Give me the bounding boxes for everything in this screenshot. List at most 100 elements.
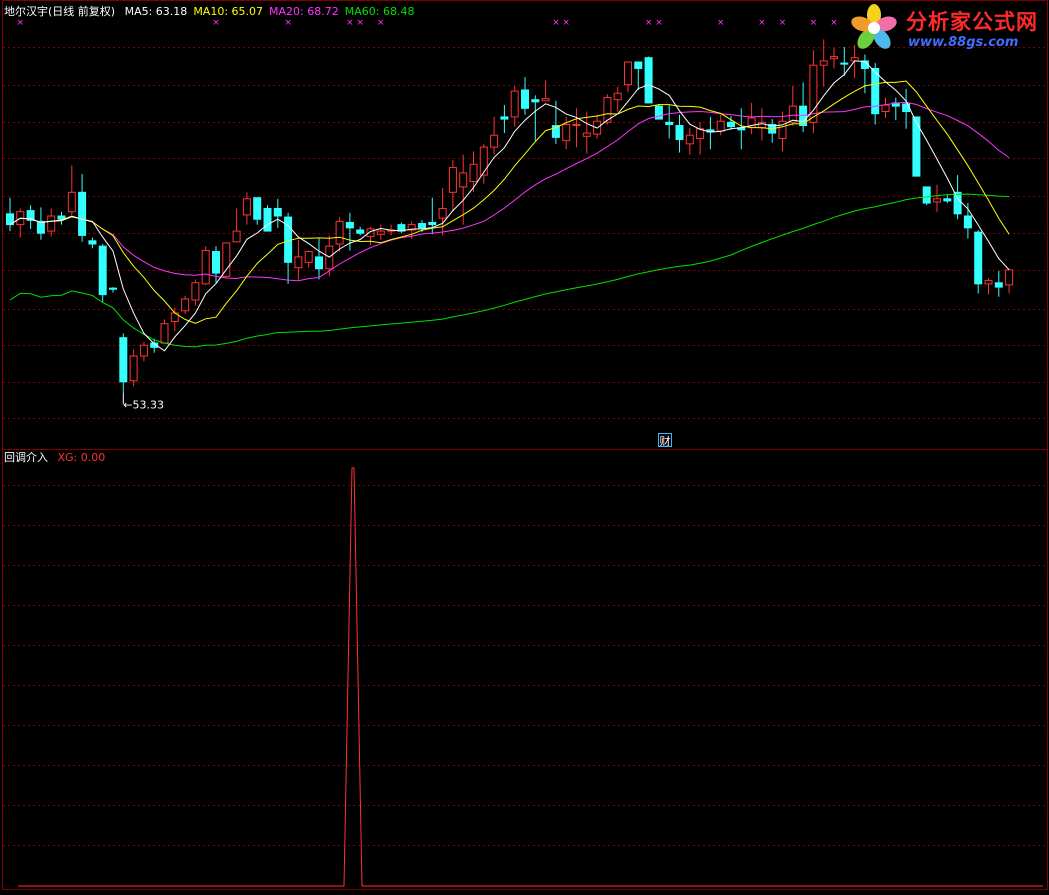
candle-body: [685, 134, 694, 145]
candle-body: [1005, 269, 1014, 286]
candle-body: [531, 99, 540, 103]
candle-body: [448, 167, 457, 193]
candle-body: [613, 92, 622, 101]
ma-legend-item: MA20: 68.72: [269, 5, 339, 18]
candle-body: [376, 230, 385, 235]
candle-body: [974, 231, 983, 285]
xg-value: 0.00: [80, 451, 106, 464]
candle-body: [644, 57, 653, 104]
candle-body: [356, 229, 365, 234]
stock-chart: ××××××××××××××××←53.33财: [2, 0, 1048, 890]
candle-body: [922, 186, 931, 204]
candle-body: [294, 256, 303, 269]
candle-body: [181, 298, 190, 312]
candle-body: [510, 90, 519, 118]
ma20-line: [9, 101, 1010, 282]
candle-body: [315, 256, 323, 270]
candle-body: [191, 282, 200, 301]
indicator-panel: [3, 467, 1047, 887]
candle-body: [819, 60, 828, 66]
candle-body: [933, 198, 941, 203]
candle-body: [953, 191, 962, 215]
candle-body: [994, 282, 1003, 288]
candle-body: [67, 191, 76, 213]
stock-title: 地尔汉宇(日线 前复权): [4, 5, 116, 18]
event-marker: 财: [660, 434, 671, 448]
candle-body: [418, 223, 426, 229]
candle-body: [232, 230, 241, 243]
candle-body: [963, 215, 972, 229]
signal-marker: ×: [284, 18, 292, 28]
candle-body: [109, 287, 117, 290]
ma10-line: [9, 80, 1010, 324]
candle-body: [634, 61, 643, 69]
candle-body: [98, 245, 107, 296]
signal-marker: ×: [552, 18, 560, 28]
candle-body: [242, 198, 251, 216]
candle-body: [716, 120, 725, 132]
signal-marker: ×: [779, 18, 787, 28]
candle-body: [500, 116, 509, 120]
candle-body: [459, 172, 468, 188]
candle-body: [160, 323, 169, 344]
signal-marker: ×: [717, 18, 725, 28]
xg-signal-line: [18, 467, 1043, 887]
signal-marker: ×: [562, 18, 570, 28]
signal-marker: ×: [356, 18, 364, 28]
watermark-name: 分析家公式网: [906, 10, 1038, 34]
ma-legend-item: MA5: 63.18: [124, 5, 188, 18]
signal-marker: ×: [655, 18, 663, 28]
candle-body: [438, 207, 447, 219]
signal-marker: ×: [346, 18, 354, 28]
xg-label: XG:: [57, 451, 81, 464]
candle-body: [366, 228, 375, 237]
indicator-title: 回调介入: [4, 451, 48, 464]
candle-body: [727, 121, 735, 128]
ma-legend-item: MA10: 65.07: [193, 5, 264, 18]
candle-body: [984, 280, 993, 285]
candle-body: [47, 215, 56, 232]
signal-marker: ×: [830, 18, 838, 28]
candle-body: [582, 132, 591, 137]
candle-body: [212, 251, 220, 274]
candle-body: [665, 121, 674, 125]
candle-body: [263, 207, 272, 232]
candle-body: [572, 123, 581, 126]
candle-body: [335, 220, 344, 245]
price-panel: ××××××××××××××××←53.33财: [3, 18, 1047, 448]
candle-body: [428, 221, 437, 226]
candle-body: [139, 344, 148, 357]
candle-body: [479, 146, 488, 176]
watermark-url: www.88gs.com: [908, 35, 1019, 50]
candle-body: [119, 337, 128, 383]
ma5-line: [9, 60, 1010, 352]
candle-body: [541, 98, 550, 102]
low-price-label: ←53.33: [123, 398, 164, 411]
candle-body: [830, 56, 838, 60]
signal-marker: ×: [810, 18, 818, 28]
candle-body: [881, 104, 890, 113]
candle-body: [253, 197, 262, 220]
signal-marker: ×: [212, 18, 220, 28]
candle-body: [345, 221, 354, 229]
signal-marker: ×: [377, 18, 385, 28]
ma-legend-item: MA60: 68.48: [344, 5, 415, 18]
candle-body: [943, 198, 952, 202]
signal-marker: ×: [645, 18, 653, 28]
candle-body: [675, 125, 684, 141]
signal-marker: ×: [17, 18, 25, 28]
candle-body: [36, 220, 45, 234]
price-legend: 地尔汉宇(日线 前复权) MA5: 63.18 MA10: 65.07 MA20: …: [4, 5, 414, 19]
candle-body: [562, 123, 571, 142]
signal-marker: ×: [758, 18, 766, 28]
candle-body: [88, 240, 97, 245]
candle-body: [490, 134, 499, 148]
candle-body: [624, 61, 632, 86]
candle-body: [521, 89, 529, 109]
indicator-legend: 回调介入 XG: 0.00: [4, 451, 105, 465]
candle-body: [840, 62, 849, 65]
candle-body: [129, 355, 138, 382]
candle-body: [273, 207, 282, 217]
candle-body: [222, 242, 231, 277]
candle-body: [201, 249, 210, 285]
